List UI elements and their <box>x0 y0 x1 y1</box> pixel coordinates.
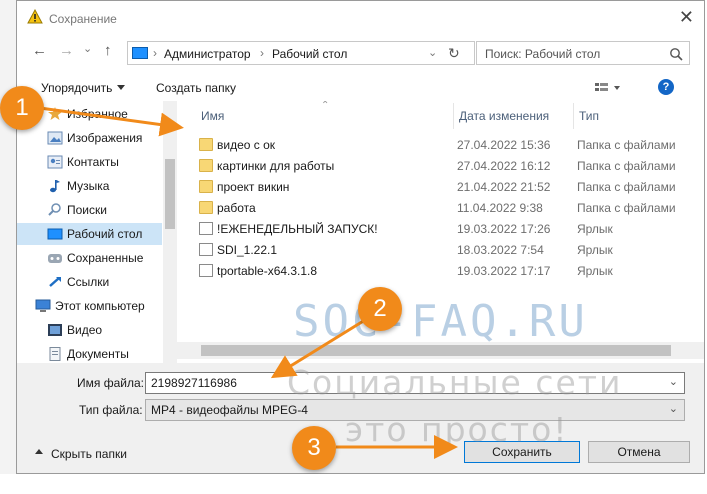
callout-badge-3: 3 <box>292 426 336 470</box>
callout-arrow-2 <box>270 318 366 379</box>
background-window-bottom <box>0 474 707 494</box>
callout-badge-2: 2 <box>358 287 402 331</box>
callout-badge-1: 1 <box>0 86 44 130</box>
callout-arrows <box>39 106 458 459</box>
callout-arrow-1 <box>39 106 184 137</box>
